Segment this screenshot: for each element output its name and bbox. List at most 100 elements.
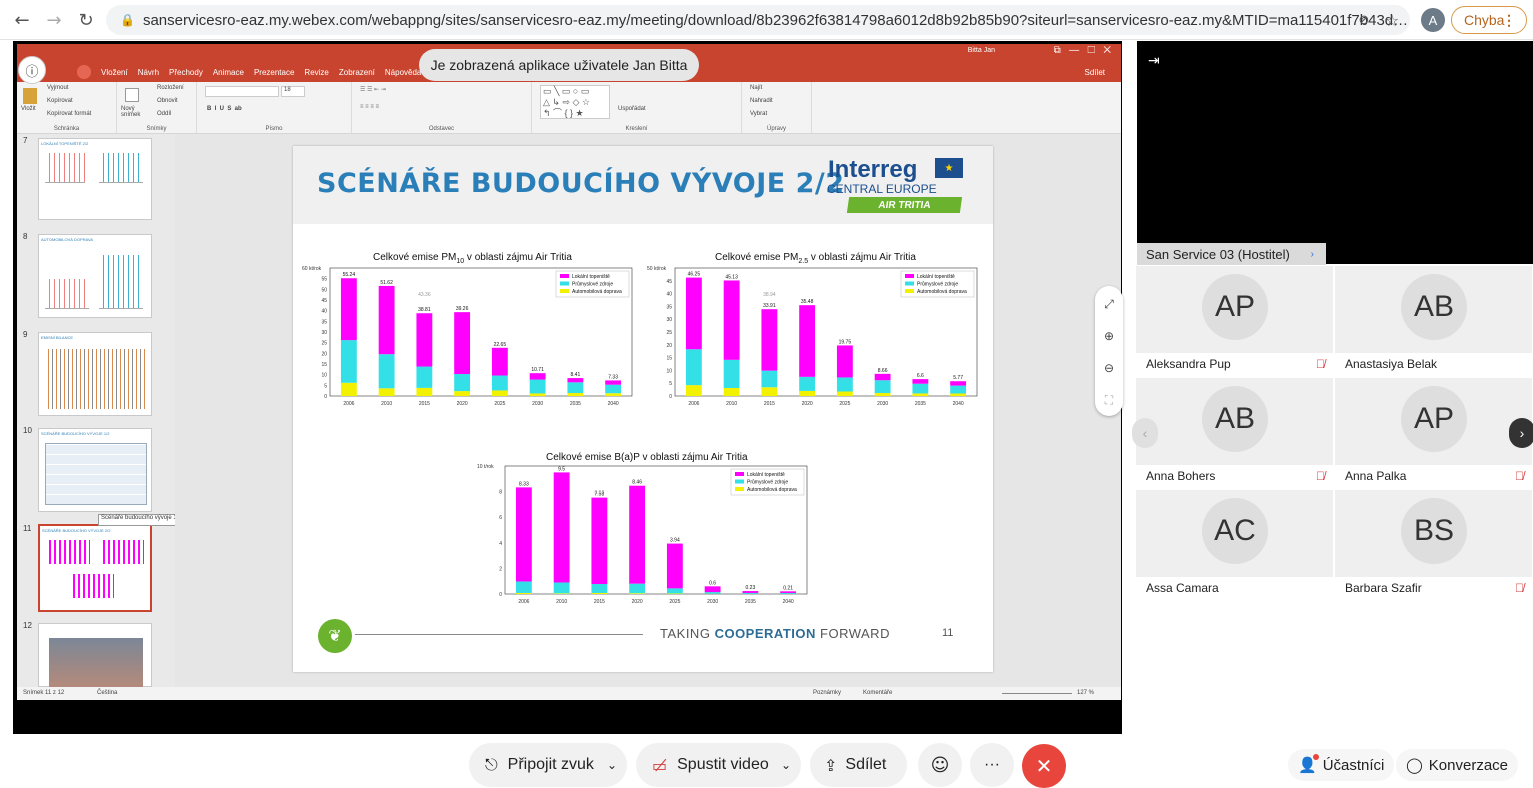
thumb-number: 8 (23, 232, 27, 241)
bar-segment (629, 584, 645, 594)
y-tick-label: 6 (499, 515, 502, 521)
x-tick-label: 2035 (915, 401, 926, 407)
join-audio-button[interactable]: ⎋ Připojit zvuk ⌄ (469, 743, 627, 787)
muted-mic-icon: 🎙̸ (1316, 357, 1325, 371)
tab-animations[interactable]: Animace (213, 68, 244, 77)
bar-segment (780, 593, 796, 594)
fullscreen-icon[interactable]: ⤢ (1101, 296, 1117, 312)
shapes-gallery[interactable]: ▭ ╲ ▭ ○ ▭△ ↳ ⇨ ◇ ☆↰ ⌒ { } ★ (540, 85, 610, 119)
avatar: BS (1401, 498, 1467, 564)
x-tick-label: 2040 (783, 599, 794, 605)
next-page-arrow[interactable]: › (1509, 418, 1533, 448)
arrange-button[interactable]: Uspořádat (618, 106, 646, 112)
zoom-out-icon[interactable]: ⊖ (1101, 360, 1117, 376)
slide-thumbnail-9[interactable]: EMISNÍ BILANCE (38, 332, 152, 416)
notes-button[interactable]: Poznámky (813, 690, 841, 696)
chat-label: Konverzace (1429, 757, 1508, 774)
address-bar[interactable]: 🔒 sanservicesro-eaz.my.webex.com/webappn… (106, 5, 1410, 35)
leave-meeting-button[interactable]: ✕ (1022, 744, 1066, 788)
legend-label: Průmyslové zdroje (747, 479, 788, 486)
window-controls: ⧉ — ☐ ✕ (1054, 45, 1111, 56)
copy-button[interactable]: Kopírovat (47, 98, 73, 104)
tab-share[interactable]: Sdílet (1085, 68, 1105, 77)
bold-button[interactable]: B I U S ab (207, 106, 242, 112)
x-tick-label: 2020 (457, 401, 468, 407)
x-tick-label: 2015 (419, 401, 430, 407)
tab-view[interactable]: Zobrazení (339, 68, 375, 77)
chevron-down-icon[interactable]: ⌄ (607, 758, 617, 772)
select-button[interactable]: Vybrat (750, 111, 767, 117)
tab-transitions[interactable]: Přechody (169, 68, 203, 77)
align-buttons[interactable]: ≡ ≡ ≡ ≡ (360, 104, 379, 110)
slide-thumbnail-10[interactable]: SCÉNÁŘE BUDOUCÍHO VÝVOJE 1/2 (38, 428, 152, 512)
cut-button[interactable]: Vyjmout (47, 85, 68, 91)
slide-thumbnail-11-selected[interactable]: SCÉNÁŘE BUDOUCÍHO VÝVOJE 2/2 (38, 524, 152, 612)
x-tick-label: 2010 (726, 401, 737, 407)
tab-help[interactable]: Nápověda (385, 68, 421, 77)
slide-thumbnail-12[interactable] (38, 623, 152, 687)
tab-design[interactable]: Návrh (138, 68, 159, 77)
camera-blocked-icon[interactable]: ⊘ (1350, 6, 1378, 34)
layout-button[interactable]: Rozložení (157, 85, 184, 91)
collapse-panel-icon[interactable]: ⇥ (1148, 52, 1160, 69)
share-label: Sdílet (845, 756, 886, 774)
reload-icon[interactable]: ↻ (72, 6, 100, 34)
participant-tile[interactable]: AP Anna Palka 🎙̸ (1335, 378, 1533, 488)
reactions-button[interactable]: ☺ (918, 743, 962, 787)
y-tick-label: 30 (666, 317, 672, 323)
info-icon[interactable]: ⓘ (18, 56, 46, 84)
back-icon[interactable]: ← (8, 6, 36, 34)
participant-tile[interactable]: AC Assa Camara (1136, 490, 1334, 600)
start-video-button[interactable]: ▭̸ Spustit video ⌄ (636, 743, 801, 787)
profile-avatar[interactable]: A (1421, 8, 1445, 32)
reset-button[interactable]: Obnovit (157, 98, 178, 104)
error-button[interactable]: Chyba ⋮ (1451, 6, 1527, 34)
find-button[interactable]: Najít (750, 85, 762, 91)
legend-label: Průmyslové zdroje (572, 281, 613, 288)
tab-insert[interactable]: Vložení (101, 68, 128, 77)
replace-button[interactable]: Nahradit (750, 98, 773, 104)
forward-icon[interactable]: → (40, 6, 68, 34)
participant-tile[interactable]: AP Aleksandra Pup 🎙̸ (1136, 266, 1334, 376)
bar-segment (516, 593, 532, 594)
zoom-slider[interactable] (1002, 693, 1072, 694)
more-button[interactable]: ··· (970, 743, 1014, 787)
share-button[interactable]: ⇪ Sdílet (810, 743, 907, 787)
x-tick-label: 2030 (877, 401, 888, 407)
participant-tile[interactable]: AB Anastasiya Belak (1335, 266, 1533, 376)
chat-button[interactable]: ◯ Konverzace (1396, 749, 1518, 781)
prev-page-arrow[interactable]: ‹ (1132, 418, 1158, 448)
bar-segment (567, 378, 583, 382)
footer-slogan: TAKING COOPERATION FORWARD (660, 626, 890, 641)
legend-swatch (560, 282, 569, 286)
chevron-down-icon[interactable]: ⌄ (781, 758, 791, 772)
bar-segment (379, 354, 395, 388)
participant-tile[interactable]: AB Anna Bohers 🎙̸ (1136, 378, 1334, 488)
tab-slideshow[interactable]: Prezentace (254, 68, 294, 77)
data-label: 51.62 (380, 280, 393, 286)
list-buttons[interactable]: ☰ ☰ ⇤ ⇥ (360, 86, 386, 93)
font-size-select[interactable]: 18 (281, 86, 305, 97)
font-family-select[interactable] (205, 86, 279, 97)
y-tick-label: 5 (324, 383, 327, 389)
ppt-ribbon: Vložit Vyjmout Kopírovat Kopírovat formá… (17, 82, 1121, 134)
slide-thumbnail-8[interactable]: AUTOMOBILOVÁ DOPRAVA (38, 234, 152, 318)
participants-button[interactable]: 👤 Účastníci (1288, 749, 1394, 781)
new-slide-button[interactable]: Nový snímek (121, 106, 147, 118)
zoom-in-icon[interactable]: ⊕ (1101, 328, 1117, 344)
bookmark-star-icon[interactable]: ☆ (1378, 6, 1406, 34)
bar-segment (761, 309, 777, 370)
format-painter-button[interactable]: Kopírovat formát (47, 111, 91, 117)
thumb-photo (49, 638, 143, 688)
comments-button[interactable]: Komentáře (863, 690, 892, 696)
section-button[interactable]: Oddíl (157, 111, 171, 117)
slide-thumbnail-7[interactable]: LOKÁLNÍ TOPENIŠTĚ 2/2 (38, 138, 152, 220)
tab-review[interactable]: Revize (304, 68, 328, 77)
group-label: Úpravy (742, 126, 811, 132)
participants-label: Účastníci (1323, 757, 1385, 774)
host-name-label[interactable]: San Service 03 (Hostitel) › (1137, 243, 1326, 265)
participant-tile[interactable]: BS Barbara Szafir 🎙̸ (1335, 490, 1533, 600)
fit-icon[interactable]: ⛶ (1101, 392, 1117, 408)
data-label: 0.21 (783, 585, 793, 591)
paste-label[interactable]: Vložit (21, 106, 36, 112)
